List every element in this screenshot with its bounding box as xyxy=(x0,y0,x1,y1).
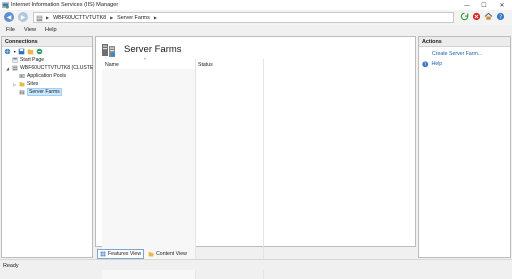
stop-icon[interactable] xyxy=(472,12,481,21)
column-header-status[interactable]: Status xyxy=(195,59,263,69)
tree-item-label: Start Page xyxy=(20,57,45,63)
window-title: Internet Information Services (IIS) Mana… xyxy=(11,1,119,8)
breadcrumb-separator-icon: ▶ xyxy=(110,15,114,21)
status-text: Ready xyxy=(3,262,19,269)
tab-content-view[interactable]: Content View xyxy=(146,249,189,259)
main-pane: Server Farms Name ^ Status xyxy=(95,36,416,279)
minimize-button[interactable]: — xyxy=(459,0,475,10)
connections-pane: Connections ▼ Start Page ◢ WBF60UCTTVTUT… xyxy=(1,36,93,258)
features-view-icon xyxy=(100,251,106,257)
menu-bar: File View Help xyxy=(0,25,512,35)
page-title: Server Farms xyxy=(124,44,182,55)
server-icon xyxy=(12,65,18,71)
tree-item-label: Sites xyxy=(27,81,39,87)
refresh-icon[interactable] xyxy=(460,12,469,21)
server-farms-icon xyxy=(102,44,116,57)
menu-view[interactable]: View xyxy=(24,27,36,33)
breadcrumb-server[interactable]: WBF60UCTTVTUTK8 xyxy=(53,15,106,21)
forward-arrow-icon: ▶ xyxy=(20,13,26,21)
tree-item-label: WBF60UCTTVTUTK8 (CLUSTE xyxy=(20,65,94,71)
breadcrumb-separator-icon: ▶ xyxy=(153,15,157,21)
tree-item-label: Server Farms xyxy=(27,88,62,96)
save-icon[interactable] xyxy=(18,48,25,55)
iis-app-icon xyxy=(2,1,9,9)
tab-features-view[interactable]: Features View xyxy=(97,249,145,259)
grid-header: Name ^ Status xyxy=(102,57,410,279)
actions-title: Actions xyxy=(419,37,510,47)
address-bar: ◀ ▶ ▶ WBF60UCTTVTUTK8 ▶ Server Farms ▶ ? xyxy=(0,10,512,25)
forward-button[interactable]: ▶ xyxy=(18,12,28,22)
create-server-farm-link[interactable]: Create Server Farm... xyxy=(432,51,482,57)
menu-file[interactable]: File xyxy=(6,27,15,33)
home-icon[interactable] xyxy=(484,12,493,21)
application-pools-icon xyxy=(19,74,25,78)
content-view-icon xyxy=(148,252,154,257)
start-page-icon xyxy=(12,57,18,63)
name-column-shading xyxy=(102,69,195,279)
tree-item-start-page[interactable]: Start Page xyxy=(5,56,44,64)
view-tabs: Features View Content View xyxy=(97,249,189,259)
breadcrumb-separator-icon: ▶ xyxy=(46,15,50,21)
column-header-name[interactable]: Name xyxy=(102,59,195,69)
tree-item-server-farms[interactable]: Server Farms xyxy=(12,88,62,96)
svg-text:?: ? xyxy=(424,62,426,67)
status-bar: Ready xyxy=(0,259,512,270)
back-button[interactable]: ◀ xyxy=(4,12,14,22)
menu-help[interactable]: Help xyxy=(45,27,57,33)
connect-icon[interactable] xyxy=(36,48,43,55)
connections-toolbar: ▼ xyxy=(2,47,92,56)
collapse-arrow-icon[interactable]: ◢ xyxy=(5,66,10,71)
maximize-button[interactable]: ☐ xyxy=(476,0,492,10)
sites-folder-icon xyxy=(19,82,25,87)
sort-ascending-icon: ^ xyxy=(144,57,147,62)
tree-item-sites[interactable]: ▷ Sites xyxy=(12,80,38,88)
help-icon[interactable]: ? xyxy=(496,12,505,21)
server-icon xyxy=(36,15,43,21)
close-button[interactable]: ✕ xyxy=(494,0,510,10)
dropdown-arrow-icon[interactable]: ▼ xyxy=(13,50,16,54)
help-icon: ? xyxy=(422,61,429,68)
tree-item-server[interactable]: ◢ WBF60UCTTVTUTK8 (CLUSTE xyxy=(5,64,93,72)
connections-tree: Start Page ◢ WBF60UCTTVTUTK8 (CLUSTE App… xyxy=(2,56,93,257)
help-link[interactable]: ? Help xyxy=(422,61,442,68)
breadcrumb[interactable]: ▶ WBF60UCTTVTUTK8 ▶ Server Farms ▶ xyxy=(33,12,454,23)
title-bar: Internet Information Services (IIS) Mana… xyxy=(0,0,512,10)
server-farms-icon xyxy=(19,90,25,95)
tree-item-label: Application Pools xyxy=(27,73,67,79)
expand-arrow-icon[interactable]: ▷ xyxy=(12,82,17,87)
up-folder-icon[interactable] xyxy=(27,48,34,55)
breadcrumb-server-farms[interactable]: Server Farms xyxy=(117,15,150,21)
svg-text:?: ? xyxy=(499,14,502,20)
connections-title: Connections xyxy=(2,37,92,47)
actions-pane: Actions Create Server Farm... ? Help xyxy=(418,36,511,258)
back-arrow-icon: ◀ xyxy=(6,13,12,21)
connect-globe-icon[interactable] xyxy=(4,48,11,55)
tree-item-application-pools[interactable]: Application Pools xyxy=(12,72,66,80)
